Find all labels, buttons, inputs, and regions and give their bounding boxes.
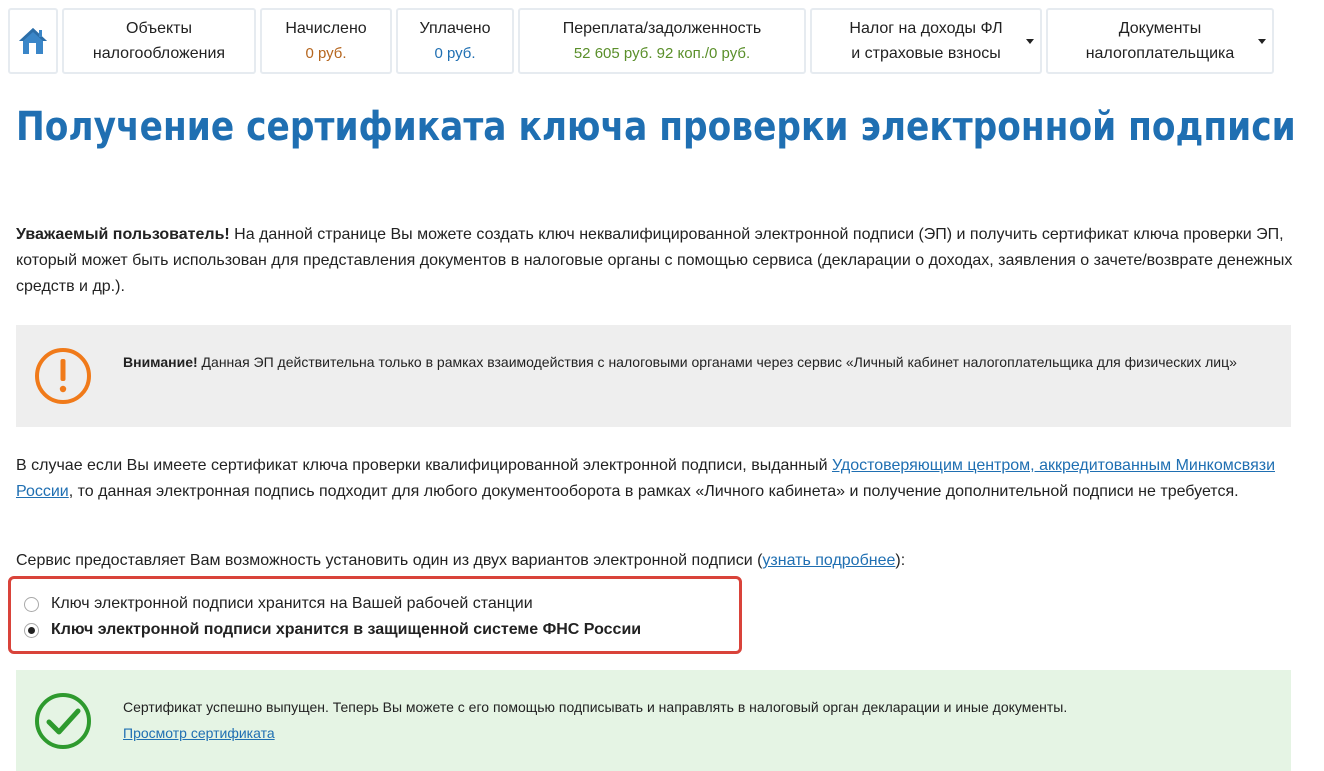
nav-paid[interactable]: Уплачено 0 руб. <box>396 8 514 74</box>
exclamation-circle-icon <box>35 348 91 404</box>
nav-docs-line1: Документы <box>1118 20 1202 37</box>
nav-objects-line2: налогообложения <box>92 45 226 62</box>
check-circle-icon <box>35 693 91 749</box>
qualified-paragraph: В случае если Вы имеете сертификат ключа… <box>16 453 1296 505</box>
options-text-2: ): <box>895 552 906 569</box>
intro-bold: Уважаемый пользователь! <box>16 226 230 243</box>
options-text-1: Сервис предоставляет Вам возможность уст… <box>16 552 763 569</box>
nav-accrued[interactable]: Начислено 0 руб. <box>260 8 392 74</box>
view-certificate-link[interactable]: Просмотр сертификата <box>123 725 275 741</box>
chevron-down-icon <box>1258 39 1266 44</box>
success-message: Сертификат успешно выпущен. Теперь Вы мо… <box>123 699 1068 715</box>
nav-balance-value: 52 605 руб. 92 коп./0 руб. <box>573 45 751 62</box>
nav-docs-dropdown[interactable]: Документы налогоплательщика <box>1046 8 1274 74</box>
options-paragraph: Сервис предоставляет Вам возможность уст… <box>16 548 1296 574</box>
nav-tax-line1: Налог на доходы ФЛ <box>849 20 1003 37</box>
warning-bold: Внимание! <box>123 354 198 370</box>
radio-option-fns[interactable]: Ключ электронной подписи хранится в защи… <box>24 621 641 639</box>
radio-option-workstation[interactable]: Ключ электронной подписи хранится на Ваш… <box>24 595 533 613</box>
nav-accrued-label: Начислено <box>285 20 367 37</box>
warning-body: Данная ЭП действительна только в рамках … <box>197 354 1237 370</box>
nav-balance-label: Переплата/задолженность <box>562 20 762 37</box>
home-icon <box>19 28 47 54</box>
intro-paragraph: Уважаемый пользователь! На данной страни… <box>16 222 1296 300</box>
qualified-text-2: , то данная электронная подпись подходит… <box>68 483 1239 500</box>
top-nav: Объекты налогообложения Начислено 0 руб.… <box>8 8 1274 76</box>
radio-label-workstation: Ключ электронной подписи хранится на Ваш… <box>51 595 533 612</box>
chevron-down-icon <box>1026 39 1034 44</box>
page-title: Получение сертификата ключа проверки эле… <box>16 104 1296 150</box>
radio-button[interactable] <box>24 596 39 612</box>
qualified-text-1: В случае если Вы имеете сертификат ключа… <box>16 457 832 474</box>
success-text-block: Сертификат успешно выпущен. Теперь Вы мо… <box>123 694 1263 746</box>
signature-options-highlight: Ключ электронной подписи хранится на Ваш… <box>8 576 742 654</box>
home-button[interactable] <box>8 8 58 74</box>
nav-tax-dropdown[interactable]: Налог на доходы ФЛ и страховые взносы <box>810 8 1042 74</box>
success-box: Сертификат успешно выпущен. Теперь Вы мо… <box>16 670 1291 771</box>
nav-objects[interactable]: Объекты налогообложения <box>62 8 256 74</box>
radio-button-selected[interactable] <box>24 622 39 638</box>
nav-docs-line2: налогоплательщика <box>1085 45 1235 62</box>
nav-paid-label: Уплачено <box>419 20 491 37</box>
nav-paid-value: 0 руб. <box>434 45 476 62</box>
radio-label-fns: Ключ электронной подписи хранится в защи… <box>51 621 642 638</box>
nav-accrued-value: 0 руб. <box>305 45 347 62</box>
nav-tax-line2: и страховые взносы <box>851 45 1001 62</box>
warning-text: Внимание! Данная ЭП действительна только… <box>123 349 1263 375</box>
nav-objects-line1: Объекты <box>126 20 192 37</box>
warning-box: Внимание! Данная ЭП действительна только… <box>16 325 1291 427</box>
learn-more-link[interactable]: узнать подробнее <box>762 552 895 569</box>
nav-balance[interactable]: Переплата/задолженность 52 605 руб. 92 к… <box>518 8 806 74</box>
